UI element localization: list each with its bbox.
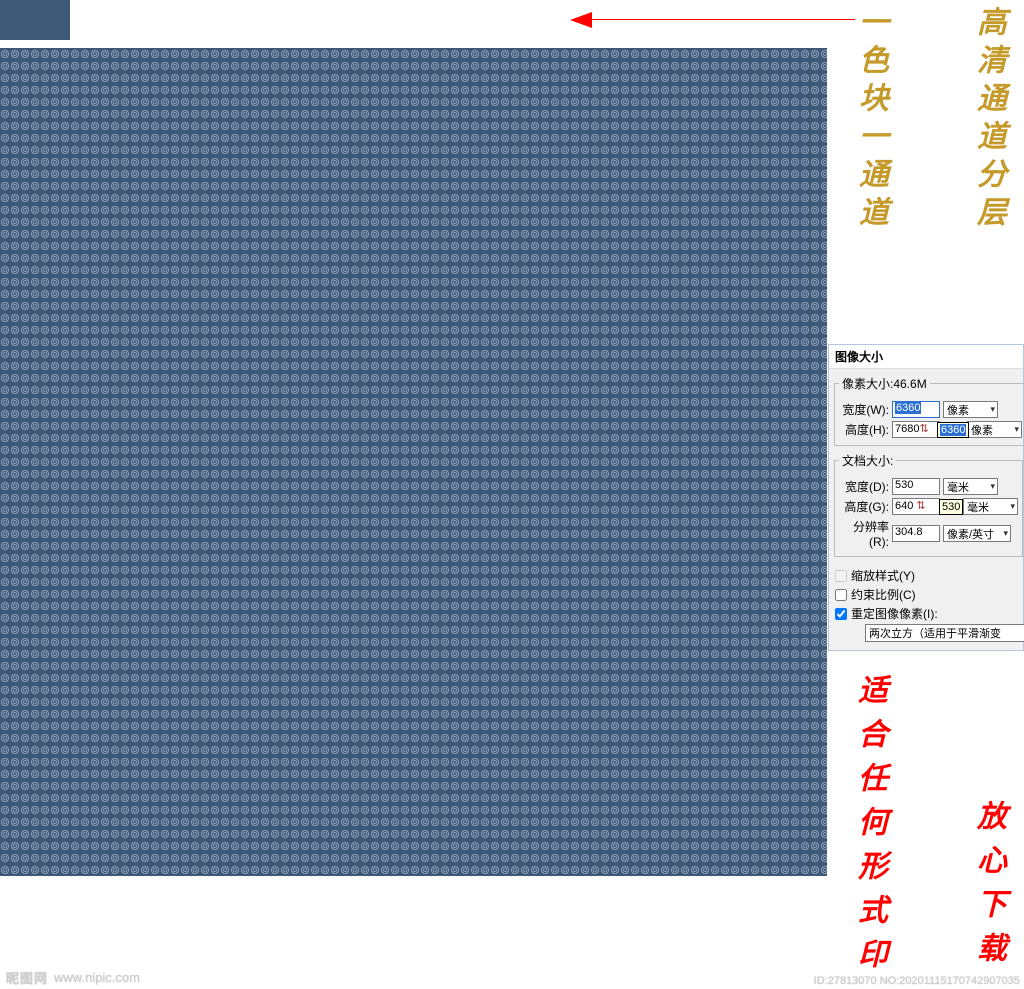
chevron-down-icon: ▾ [1010, 501, 1015, 512]
canvas-corner-block [0, 0, 70, 40]
image-size-dialog: 图像大小 像素大小:46.6M 宽度(W): 6360 像素▾ 高度(H): 7… [828, 344, 1024, 651]
chevron-down-icon: ▾ [1014, 424, 1019, 435]
chevron-down-icon: ▾ [990, 481, 995, 492]
doc-height-input[interactable]: 640 ⇅ [892, 498, 940, 515]
resample-method-select[interactable]: 两次立方（适用于平滑渐变 [865, 624, 1024, 642]
height-label: 高度(H): [839, 421, 889, 438]
document-size-group: 文档大小: 宽度(D): 530 毫米▾ 高度(G): 640 ⇅ 530 毫米… [834, 452, 1023, 557]
watermark-logo: 昵图网 [6, 968, 48, 987]
resolution-unit-select[interactable]: 像素/英寸▾ [943, 525, 1011, 542]
annotation-red-right: 放心下载 [978, 800, 1010, 976]
doc-height-unit-select[interactable]: 毫米▾ [963, 498, 1018, 515]
chevron-down-icon: ▾ [1003, 528, 1008, 539]
watermark-url: www.nipic.com [54, 970, 140, 985]
pixel-height-input[interactable]: 7680⇅ [892, 421, 940, 438]
dialog-title: 图像大小 [829, 345, 1023, 369]
annotation-gold-right: 高清通道分层 [978, 6, 1010, 234]
annotation-arrow [570, 10, 855, 30]
pixel-height-unit-select[interactable]: 像素▾ [967, 421, 1022, 438]
watermark-right: ID:27813070 NO:20201115170742907035 [814, 975, 1020, 987]
pixel-dimensions-group: 像素大小:46.6M 宽度(W): 6360 像素▾ 高度(H): 7680⇅ … [834, 375, 1024, 446]
doc-width-unit-select[interactable]: 毫米▾ [943, 478, 998, 495]
chevron-down-icon: ▾ [990, 404, 995, 415]
link-icon: ⇅ [916, 500, 925, 512]
annotation-gold-left: 一色块一通道 [860, 6, 892, 234]
resolution-input[interactable]: 304.8 [892, 525, 940, 542]
pixel-dimensions-legend: 像素大小:46.6M [839, 375, 930, 392]
scale-styles-checkbox[interactable]: 缩放样式(Y) [835, 567, 1017, 584]
pixel-width-unit-select[interactable]: 像素▾ [943, 401, 998, 418]
watermark-left: 昵图网 www.nipic.com [6, 968, 140, 987]
tooltip: 6360 [937, 422, 969, 438]
link-icon: ⇅ [919, 423, 928, 435]
document-size-legend: 文档大小: [839, 452, 896, 469]
annotation-red-left: 适合任何形式印 [859, 674, 891, 982]
width-label: 宽度(W): [839, 401, 889, 418]
pattern-preview [0, 48, 827, 876]
resolution-label: 分辨率(R): [839, 518, 889, 549]
doc-width-label: 宽度(D): [839, 478, 889, 495]
constrain-proportions-checkbox[interactable]: 约束比例(C) [835, 586, 1017, 603]
doc-height-label: 高度(G): [839, 498, 889, 515]
resample-image-checkbox[interactable]: 重定图像像素(I): [835, 605, 1017, 622]
doc-width-input[interactable]: 530 [892, 478, 940, 495]
pixel-width-input[interactable]: 6360 [892, 401, 940, 418]
tooltip: 530 [939, 499, 963, 515]
